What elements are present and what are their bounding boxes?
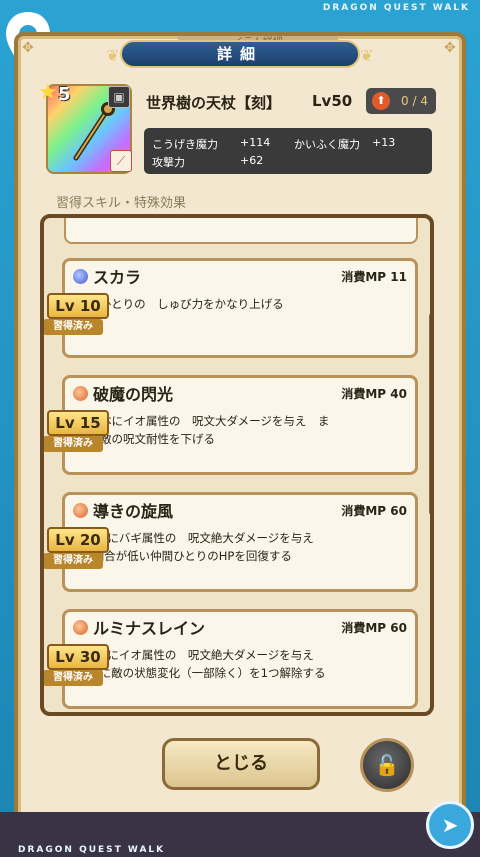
orange-element-icon bbox=[73, 503, 88, 518]
skill-card[interactable]: 破魔の閃光 消費MP 40 敵全体にイオ属性の 呪文大ダメージを与え ま れに敵… bbox=[44, 375, 418, 475]
mp-value: 60 bbox=[390, 621, 407, 635]
skill-mp: 消費MP 40 bbox=[341, 385, 407, 402]
corner-ornament-icon: ✥ bbox=[444, 40, 456, 56]
stat-value: +62 bbox=[240, 154, 264, 167]
padlock-icon: 🔓 bbox=[374, 753, 400, 777]
stat-value: +114 bbox=[240, 136, 271, 149]
level-tag: Lv 10 習得済み bbox=[44, 293, 117, 339]
level-badge: Lv 20 bbox=[47, 527, 109, 553]
page-title: 詳細 bbox=[120, 40, 360, 68]
skill-mp: 消費MP 60 bbox=[341, 502, 407, 519]
mp-value: 11 bbox=[390, 270, 407, 284]
compass-icon[interactable]: ➤ bbox=[426, 801, 474, 849]
upgrade-arrow-icon: ⬆ bbox=[372, 92, 390, 110]
mp-value: 40 bbox=[390, 387, 407, 401]
skill-description: 敵1体にバギ属性の 呪文絶大ダメージを与え HP割合が低い仲間ひとりのHPを回復… bbox=[77, 531, 314, 563]
level-badge: Lv 10 bbox=[47, 293, 109, 319]
fleur-left-icon: ❦ bbox=[106, 46, 120, 65]
skill-name: 導きの旋風 bbox=[93, 502, 174, 521]
partial-card bbox=[64, 218, 418, 244]
learned-badge: 習得済み bbox=[44, 553, 103, 569]
brand-top: DRAGON QUEST WALK bbox=[322, 3, 470, 13]
learned-badge: 習得済み bbox=[44, 670, 103, 686]
skill-card[interactable]: 導きの旋風 消費MP 60 敵1体にバギ属性の 呪文絶大ダメージを与え HP割合… bbox=[44, 492, 418, 592]
stat-value: +13 bbox=[372, 136, 396, 149]
armor-slot-icon: ▣ bbox=[108, 86, 130, 108]
rarity-number: 5 bbox=[58, 84, 71, 105]
upgrade-counter[interactable]: ⬆ 0 / 4 bbox=[366, 88, 436, 114]
fleur-right-icon: ❦ bbox=[360, 46, 374, 65]
mp-value: 60 bbox=[390, 504, 407, 518]
skill-list[interactable]: スカラ 消費MP 11 仲間ひとりの しゅび力をかなり上げる Lv 10 習得済… bbox=[40, 214, 434, 716]
wand-type-icon: ⟋ bbox=[110, 150, 132, 172]
level-tag: Lv 15 習得済み bbox=[44, 410, 117, 456]
stats-box: こうげき魔力 +114 かいふく魔力 +13 攻撃力 +62 bbox=[144, 128, 432, 174]
learned-badge: 習得済み bbox=[44, 436, 103, 452]
lock-button[interactable]: 🔓 bbox=[360, 738, 414, 792]
corner-ornament-icon: ✥ bbox=[22, 40, 34, 56]
level-tag: Lv 20 習得済み bbox=[44, 527, 117, 573]
blue-element-icon bbox=[73, 269, 88, 284]
skill-mp: 消費MP 60 bbox=[341, 619, 407, 636]
level-badge: Lv 30 bbox=[47, 644, 109, 670]
scrollbar[interactable] bbox=[429, 314, 430, 514]
skill-description: 敵1体にイオ属性の 呪文絶大ダメージを与え たまに敵の状態変化（一部除く）を1つ… bbox=[77, 648, 326, 680]
skill-card[interactable]: スカラ 消費MP 11 仲間ひとりの しゅび力をかなり上げる Lv 10 習得済… bbox=[44, 258, 418, 358]
mp-label: 消費MP bbox=[341, 270, 387, 284]
upgrade-count: 0 / 4 bbox=[401, 94, 428, 108]
mp-label: 消費MP bbox=[341, 387, 387, 401]
mp-label: 消費MP bbox=[341, 621, 387, 635]
skill-mp: 消費MP 11 bbox=[341, 268, 407, 285]
stat-label: こうげき魔力 bbox=[152, 138, 218, 151]
section-label: 習得スキル・特殊効果 bbox=[56, 196, 187, 211]
item-name: 世界樹の天杖【刻】 bbox=[146, 94, 282, 112]
skill-card[interactable]: ルミナスレイン 消費MP 60 敵1体にイオ属性の 呪文絶大ダメージを与え たま… bbox=[44, 609, 418, 709]
orange-element-icon bbox=[73, 620, 88, 635]
item-level: Lv50 bbox=[312, 92, 353, 110]
mp-label: 消費MP bbox=[341, 504, 387, 518]
skill-description: 仲間ひとりの しゅび力をかなり上げる bbox=[77, 297, 284, 311]
skill-name: ルミナスレイン bbox=[93, 619, 206, 638]
skill-name: 破魔の閃光 bbox=[93, 385, 174, 404]
stat-label: かいふく魔力 bbox=[294, 138, 360, 151]
stat-label: 攻撃力 bbox=[152, 156, 185, 169]
close-button[interactable]: とじる bbox=[162, 738, 320, 790]
level-tag: Lv 30 習得済み bbox=[44, 644, 117, 690]
skill-description: 敵全体にイオ属性の 呪文大ダメージを与え ま れに敵の呪文耐性を下げる bbox=[77, 414, 330, 446]
level-badge: Lv 15 bbox=[47, 410, 109, 436]
brand-bottom: DRAGON QUEST WALK bbox=[18, 845, 166, 855]
learned-badge: 習得済み bbox=[44, 319, 103, 335]
star-icon: ★ bbox=[38, 80, 58, 105]
skill-name: スカラ bbox=[93, 268, 142, 287]
orange-element-icon bbox=[73, 386, 88, 401]
